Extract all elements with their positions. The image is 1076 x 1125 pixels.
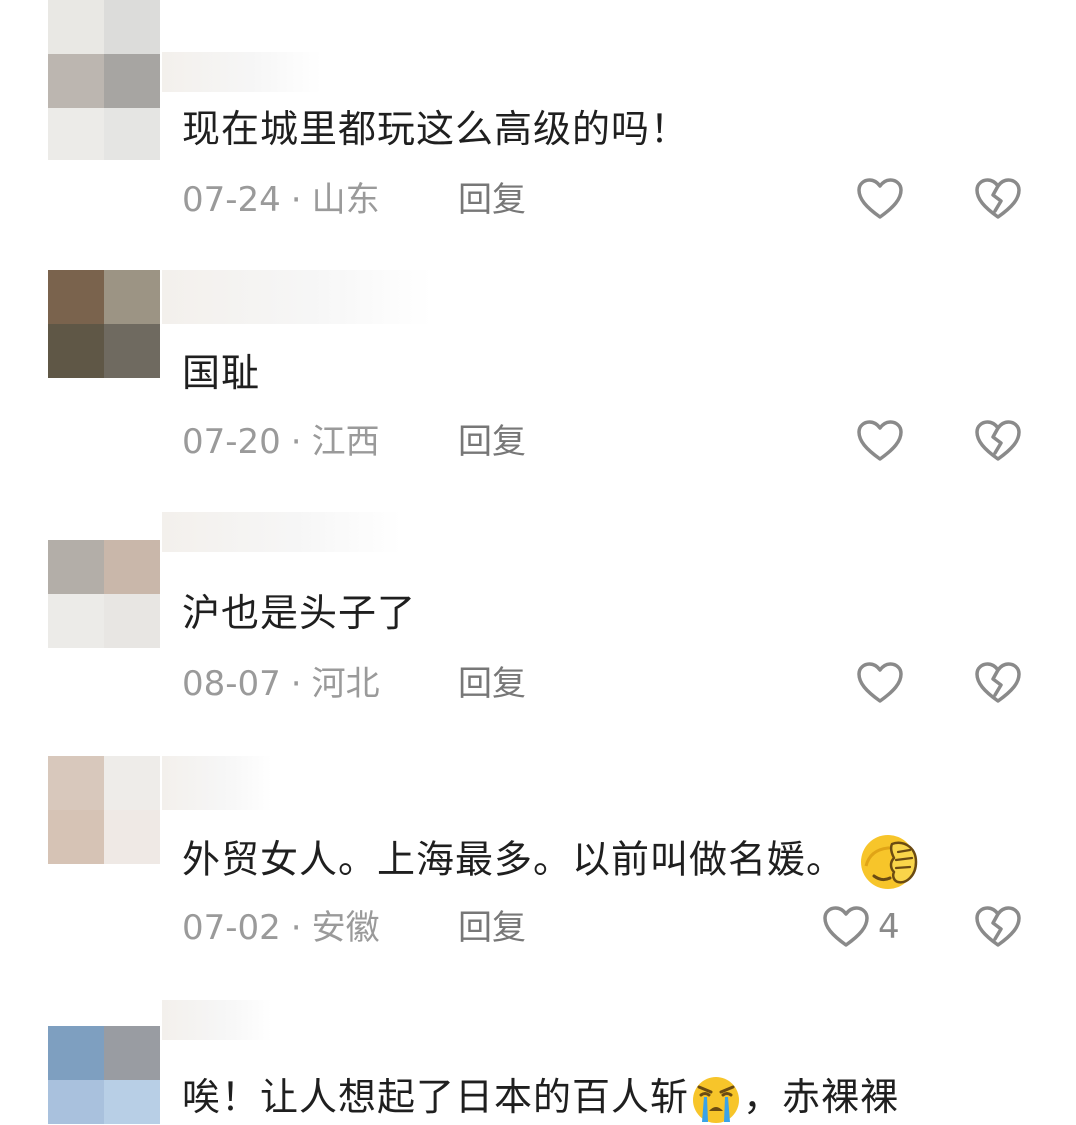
comment-date: 08-07: [182, 664, 281, 704]
comment-text-content: 外贸女人。上海最多。以前叫做名媛。: [182, 837, 846, 882]
reply-button[interactable]: 回复: [458, 908, 526, 948]
meta-separator: ·: [290, 422, 302, 462]
username-blurred[interactable]: [162, 52, 322, 92]
comment-location: 江西: [311, 422, 380, 462]
comment-text: 现在城里都玩这么高级的吗！: [182, 107, 690, 151]
dislike-button[interactable]: [970, 416, 1026, 466]
heart-outline-icon: [857, 662, 903, 703]
username-blurred[interactable]: [162, 1000, 272, 1040]
username-blurred[interactable]: [162, 512, 402, 552]
reply-button[interactable]: 回复: [458, 180, 526, 220]
like-count: 4: [878, 907, 900, 947]
avatar[interactable]: [48, 540, 160, 648]
broken-heart-icon: [975, 178, 1021, 219]
heart-outline-icon: [823, 906, 869, 947]
comment-date: 07-24: [182, 180, 281, 220]
face-palm-emoji: [861, 835, 918, 889]
comment-date: 07-20: [182, 422, 281, 462]
loudly-crying-emoji: [693, 1076, 740, 1123]
dislike-button[interactable]: [970, 658, 1026, 708]
meta-separator: ·: [290, 908, 302, 948]
comment-location: 安徽: [311, 908, 380, 948]
like-button[interactable]: [852, 174, 908, 224]
broken-heart-icon: [975, 662, 1021, 703]
avatar[interactable]: [48, 270, 160, 378]
comment-text: 国耻: [182, 351, 261, 395]
comment-meta: 07-20 · 江西: [182, 422, 380, 462]
like-button[interactable]: [852, 658, 908, 708]
heart-outline-icon: [857, 178, 903, 219]
comment-text-before: 唉！让人想起了日本的百人斩: [182, 1075, 690, 1119]
avatar[interactable]: [48, 0, 160, 160]
reply-button[interactable]: 回复: [458, 664, 526, 704]
like-button[interactable]: [852, 416, 908, 466]
comment-location: 河北: [311, 664, 380, 704]
like-button[interactable]: 4: [822, 902, 912, 952]
meta-separator: ·: [290, 664, 302, 704]
comment-text: 唉！让人想起了日本的百人斩 ，赤裸裸: [182, 1074, 899, 1125]
username-blurred[interactable]: [162, 270, 432, 324]
broken-heart-icon: [975, 420, 1021, 461]
comment-text: 沪也是头子了: [182, 591, 417, 635]
dislike-button[interactable]: [970, 902, 1026, 952]
comment-meta: 07-02 · 安徽: [182, 908, 380, 948]
avatar[interactable]: [48, 756, 160, 864]
comment-date: 07-02: [182, 908, 281, 948]
meta-separator: ·: [290, 180, 302, 220]
dislike-button[interactable]: [970, 174, 1026, 224]
reply-button[interactable]: 回复: [458, 422, 526, 462]
avatar[interactable]: [48, 1026, 160, 1124]
comment-location: 山东: [311, 180, 380, 220]
broken-heart-icon: [975, 906, 1021, 947]
comment-text: 外贸女人。上海最多。以前叫做名媛。: [182, 832, 922, 892]
comment-meta: 08-07 · 河北: [182, 664, 380, 704]
username-blurred[interactable]: [162, 756, 272, 810]
comment-meta: 07-24 · 山东: [182, 180, 380, 220]
heart-outline-icon: [857, 420, 903, 461]
comment-text-after: ，赤裸裸: [743, 1075, 900, 1119]
